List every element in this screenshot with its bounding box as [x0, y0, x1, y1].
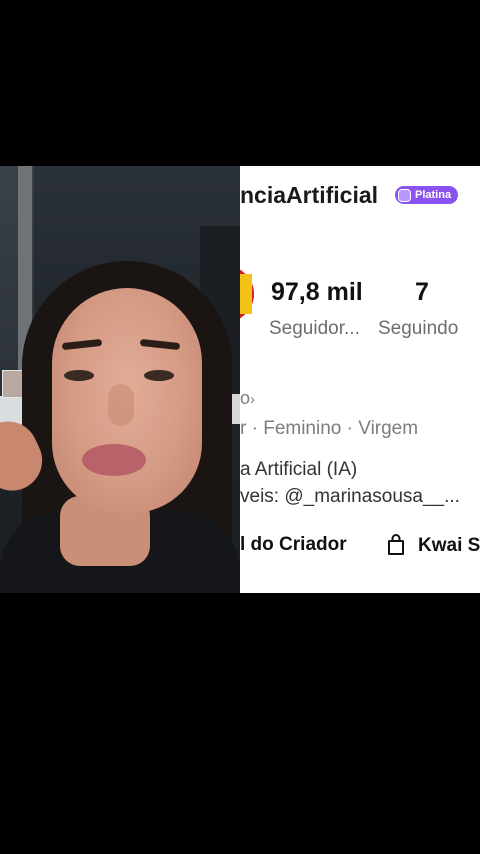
person-nose: [108, 384, 134, 426]
person-left-eye: [64, 370, 94, 381]
profile-username: nciaArtificial: [240, 182, 379, 208]
split-frame: nciaArtificial Platina 97,8 mil Seguidor…: [0, 166, 480, 593]
meta-link-text: o: [240, 388, 251, 408]
platina-badge-icon: [398, 188, 411, 202]
shopping-bag-icon[interactable]: [387, 534, 405, 556]
profile-meta-link[interactable]: o›: [240, 388, 255, 409]
background-poster: [2, 370, 24, 398]
bio-line-2[interactable]: veis: @_marinasousa__...: [240, 486, 460, 508]
video-panel[interactable]: [0, 166, 240, 593]
badge-label: Platina: [415, 189, 452, 201]
creator-panel-link[interactable]: l do Criador: [240, 534, 347, 556]
following-label[interactable]: Seguindo: [378, 318, 458, 340]
person-lips: [82, 444, 146, 476]
following-count[interactable]: 7: [415, 278, 429, 307]
kwai-shop-link[interactable]: Kwai S: [418, 535, 480, 557]
chevron-right-icon: ›: [250, 391, 256, 408]
avatar-logo: [240, 274, 252, 314]
profile-tags: r · Feminino · Virgem: [240, 418, 419, 439]
profile-panel: nciaArtificial Platina 97,8 mil Seguidor…: [240, 166, 480, 593]
followers-label[interactable]: Seguidor...: [269, 318, 360, 340]
bio-line-1: a Artificial (IA): [240, 459, 358, 480]
person-right-eye: [144, 370, 174, 381]
platina-badge[interactable]: Platina: [395, 186, 459, 204]
followers-count[interactable]: 97,8 mil: [271, 278, 363, 307]
